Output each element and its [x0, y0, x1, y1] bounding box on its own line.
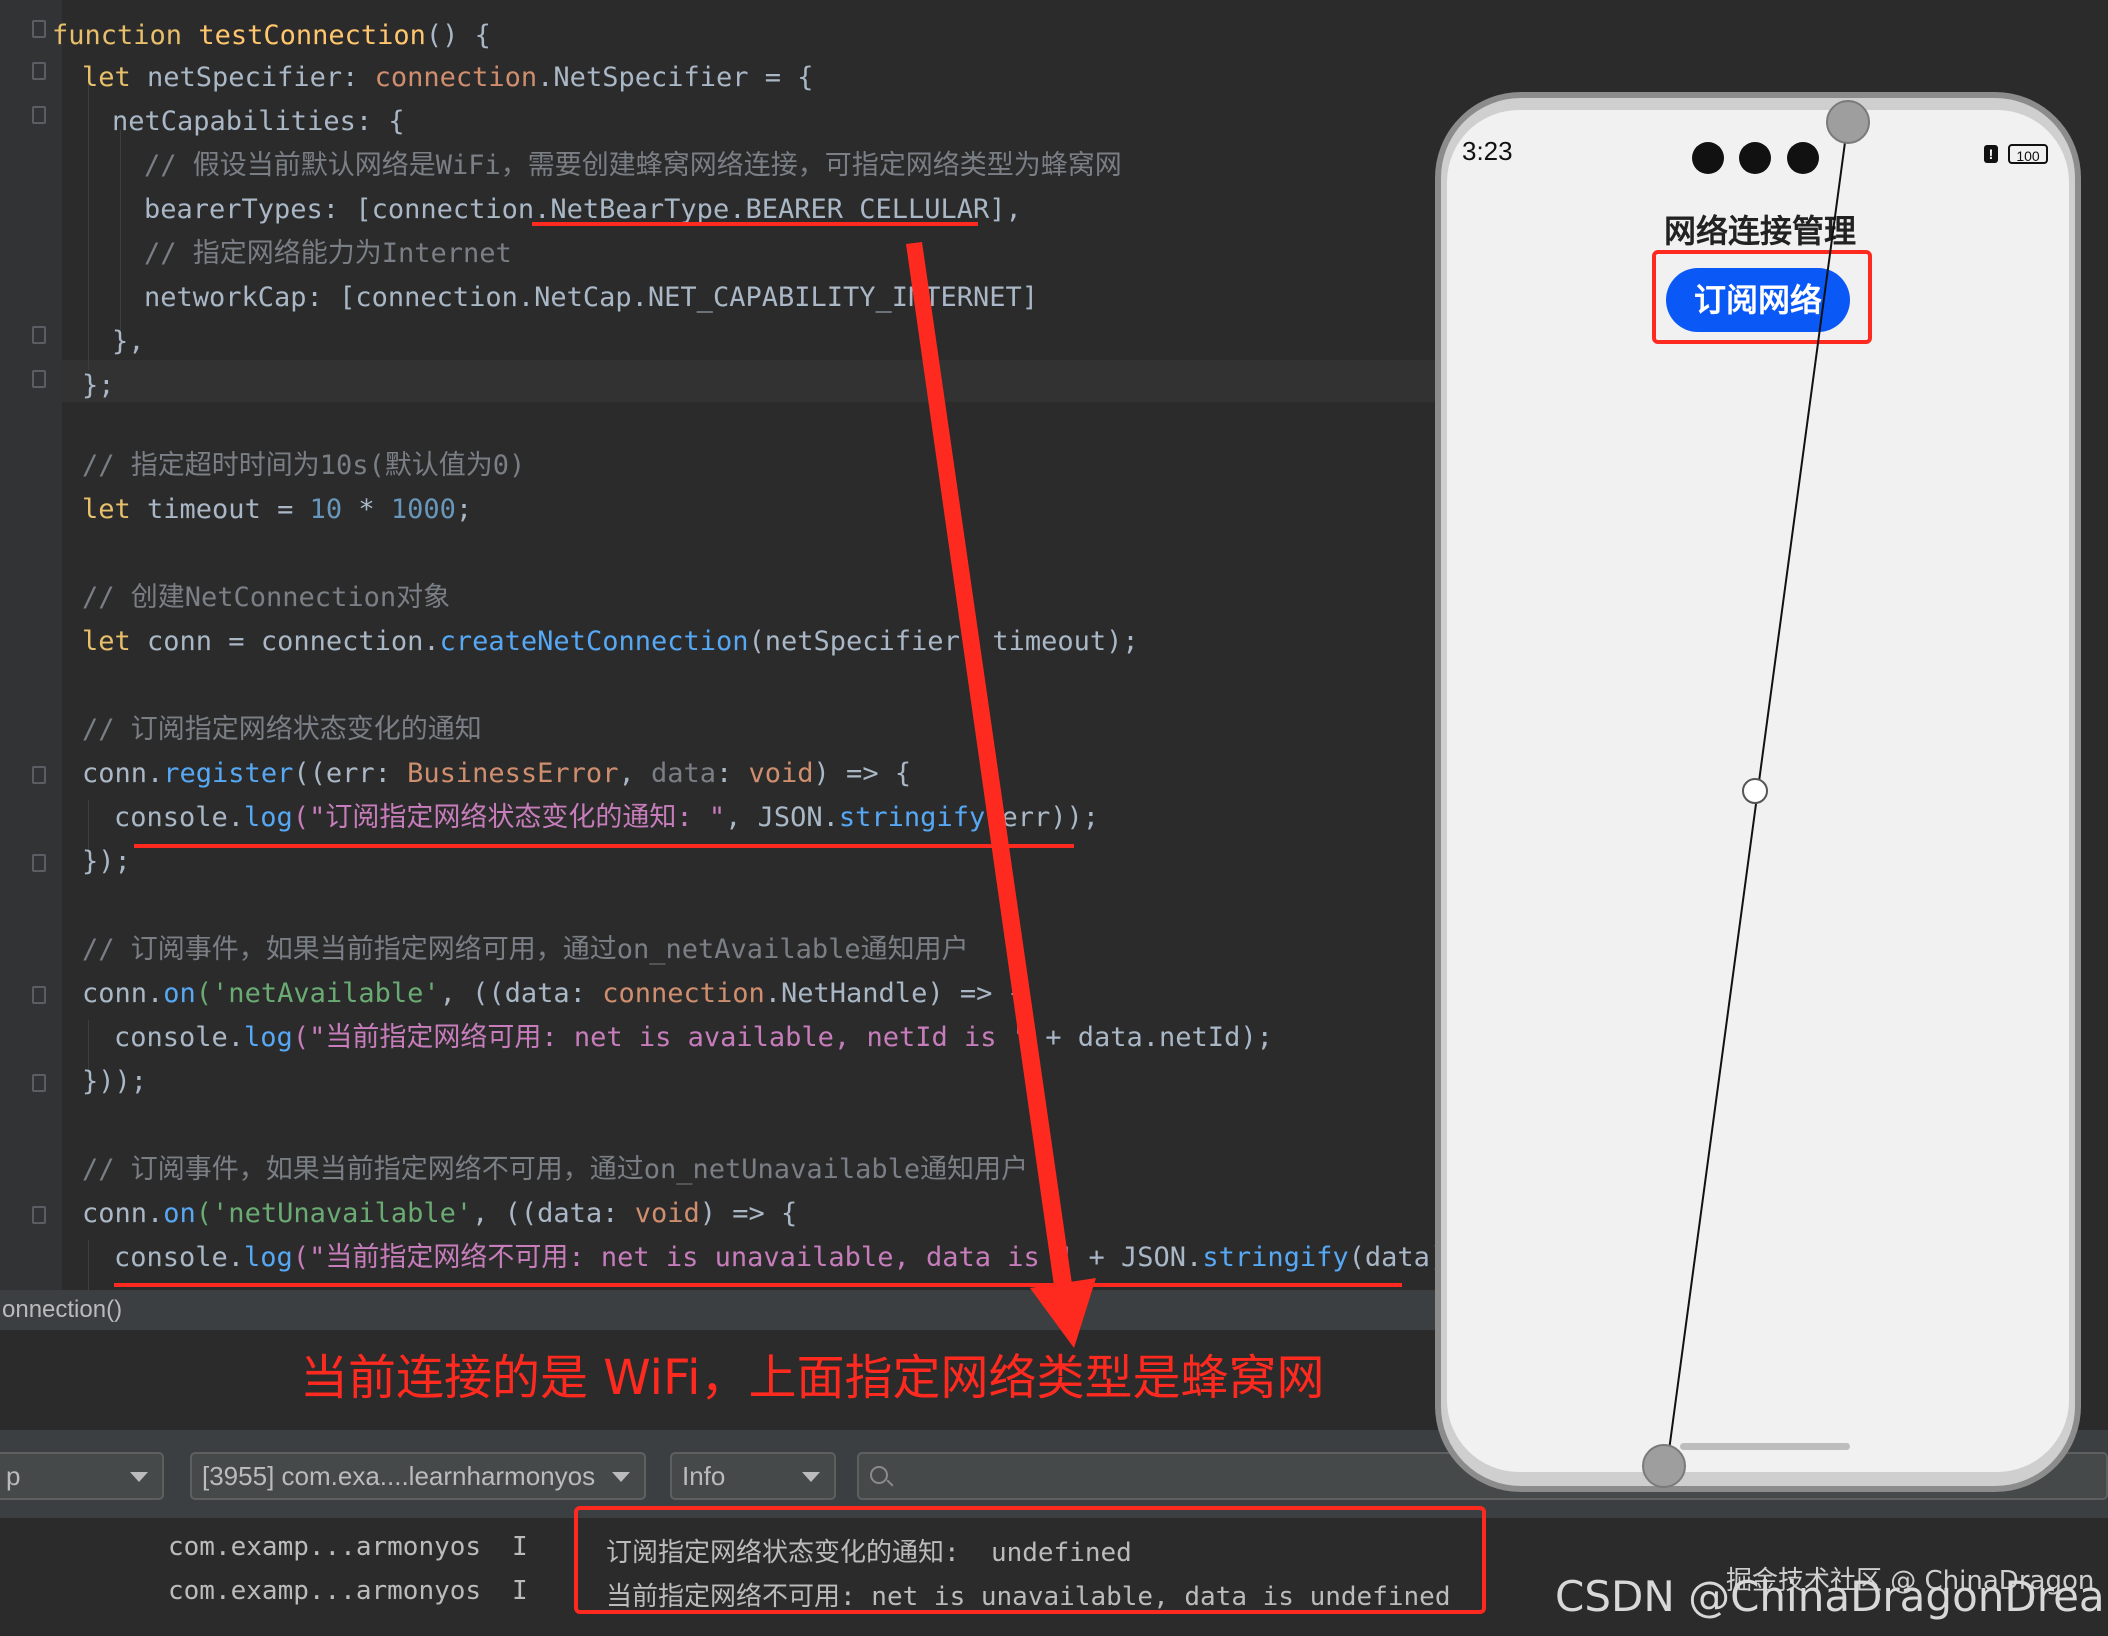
- red-arrow-shaft: [906, 242, 1074, 1300]
- red-arrow-head: [1030, 1278, 1096, 1348]
- rotation-knob-bottom[interactable]: [1642, 1444, 1686, 1488]
- annotation-overlay: [906, 119, 1849, 1459]
- rotation-center-handle[interactable]: [1742, 778, 1768, 804]
- csdn-watermark: CSDN @ChinaDragonDreamer: [1555, 1572, 2108, 1621]
- rotation-knob-top[interactable]: [1826, 100, 1870, 144]
